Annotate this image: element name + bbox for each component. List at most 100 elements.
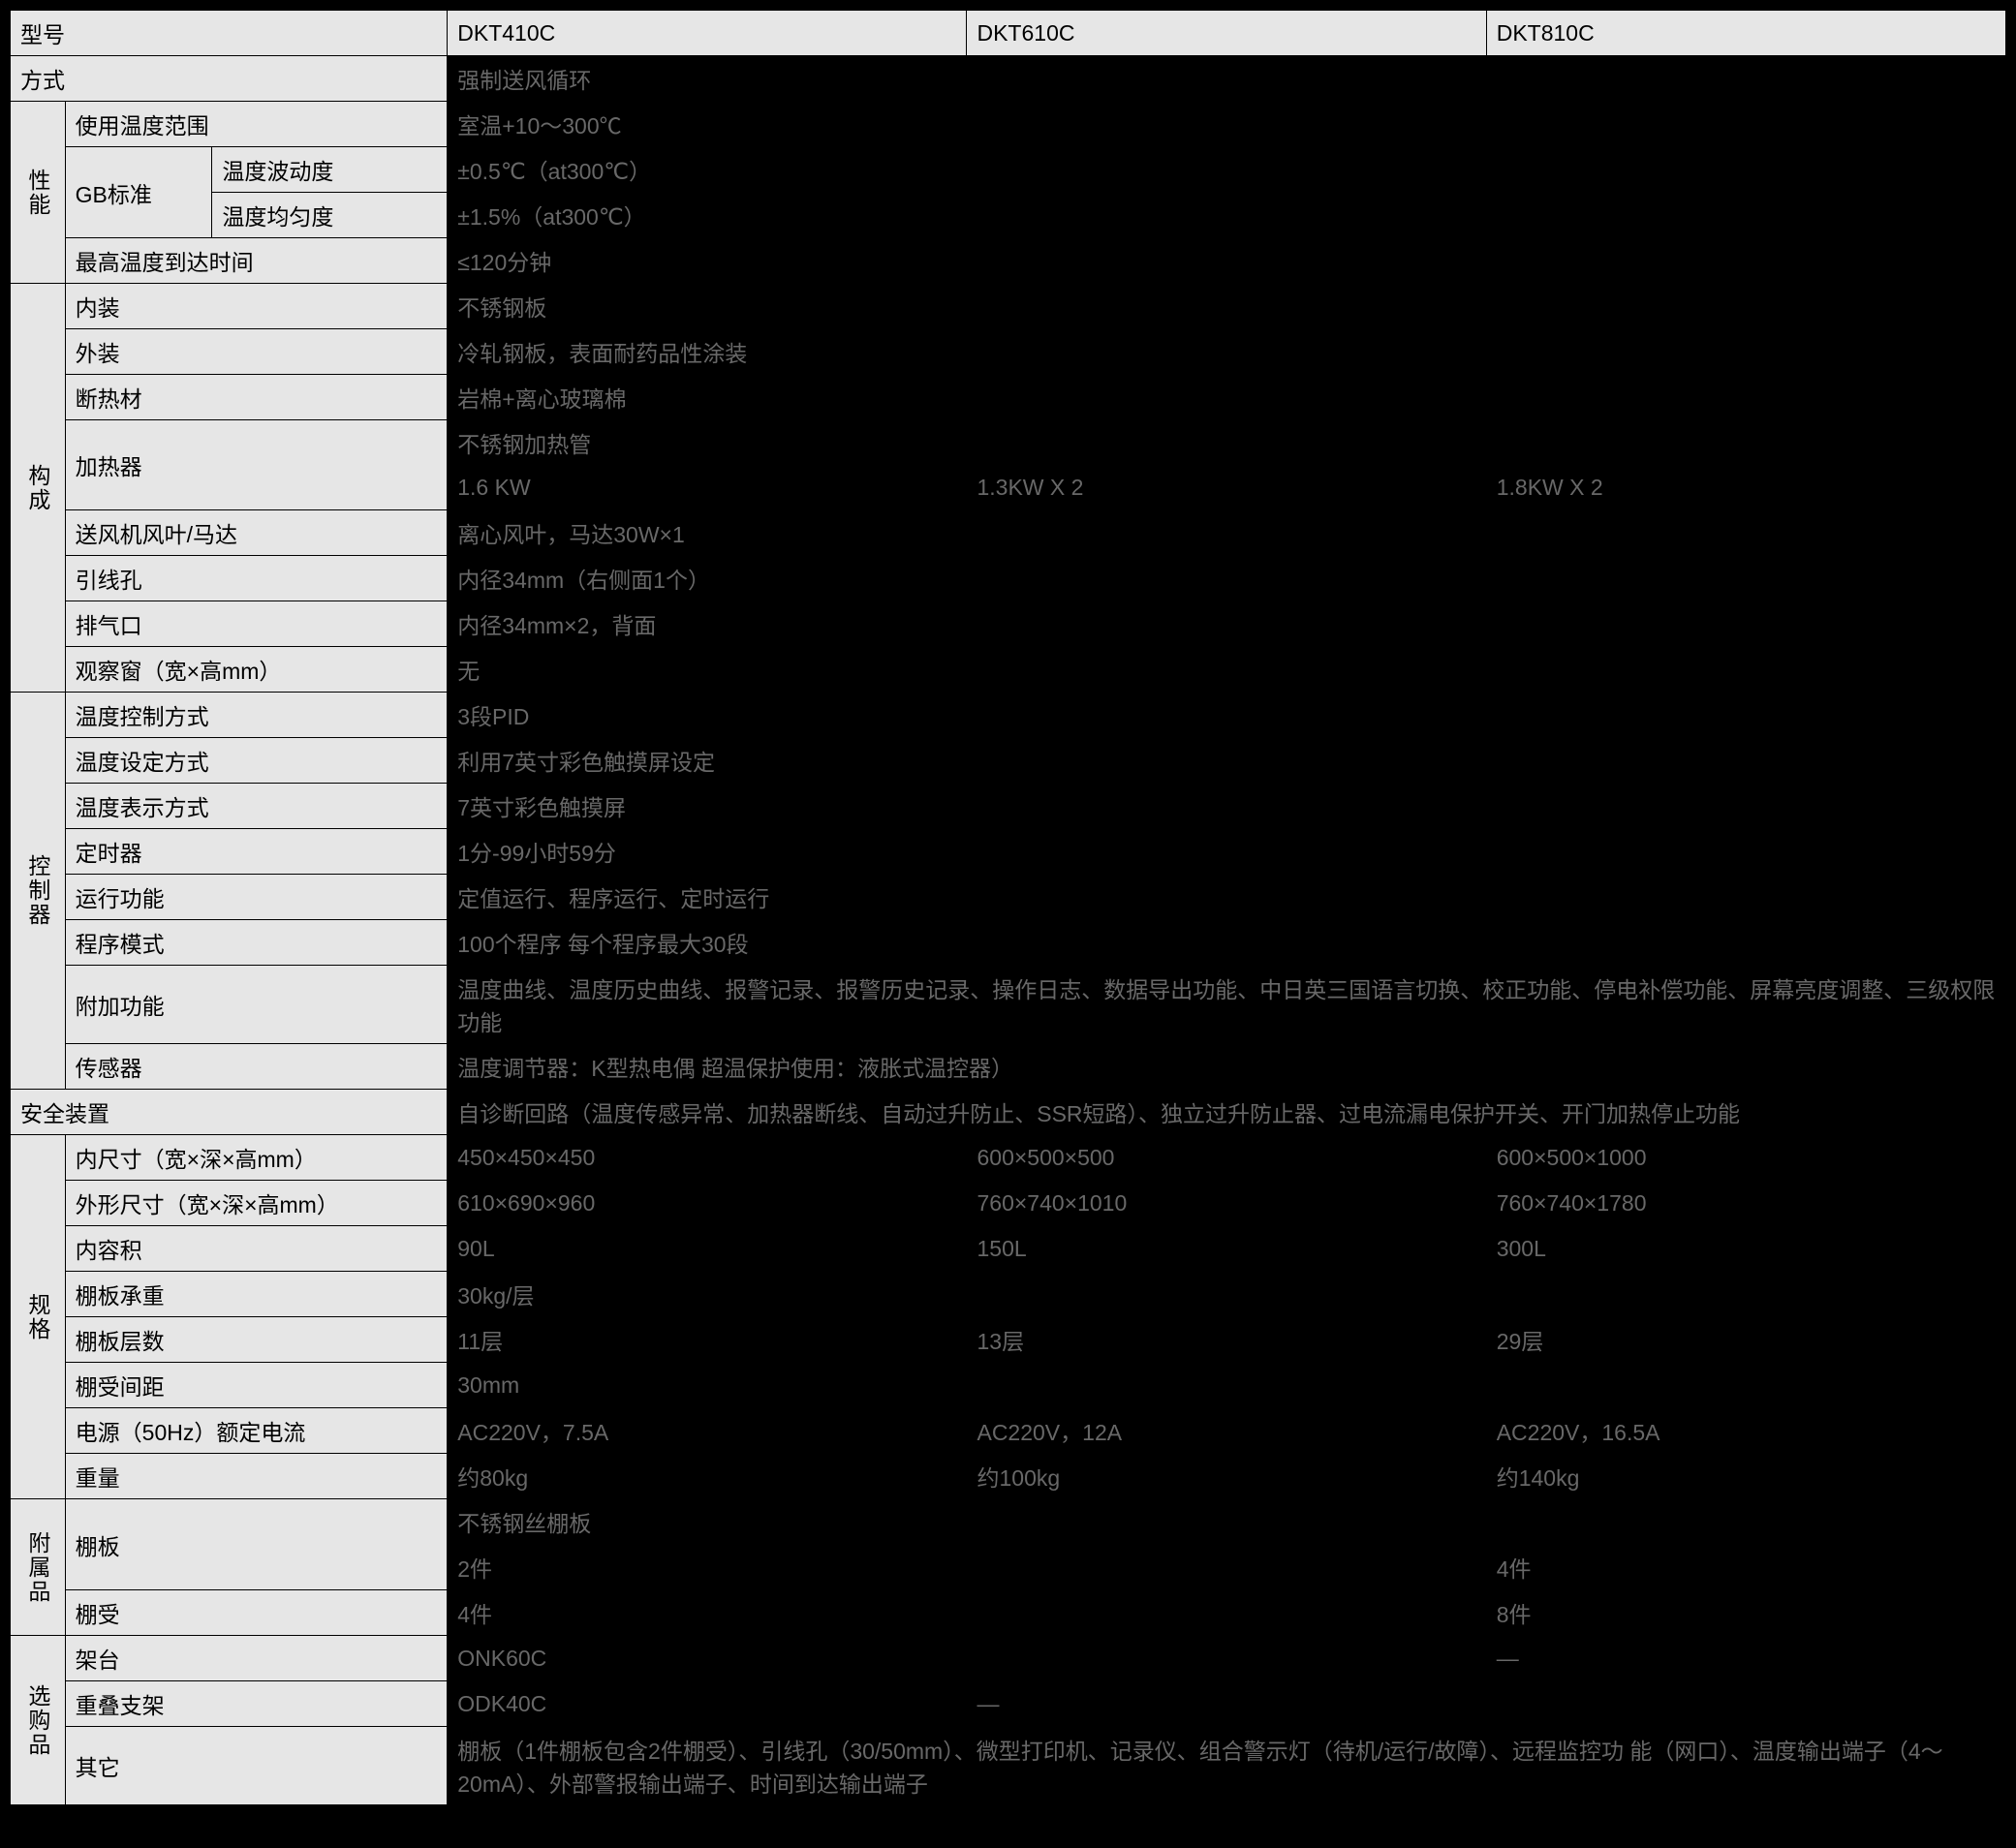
leadhole-value: 内径34mm（右侧面1个）: [448, 556, 2006, 601]
header-m2: DKT610C: [967, 11, 1486, 56]
sensor-value: 温度调节器：K型热电偶 超温保护使用：液胀式温控器）: [448, 1044, 2006, 1090]
tdisp-label: 温度表示方式: [65, 784, 448, 829]
heater-v3: 1.8KW X 2: [1486, 466, 2005, 510]
heater-top: 不锈钢加热管: [448, 420, 2006, 466]
shelf-v1: 2件: [448, 1545, 1486, 1590]
run-value: 定值运行、程序运行、定时运行: [448, 875, 2006, 920]
vol-v2: 150L: [967, 1226, 1486, 1272]
temp-range-value: 室温+10～300℃: [448, 102, 2006, 147]
tset-label: 温度设定方式: [65, 738, 448, 784]
interior-label: 内装: [65, 284, 448, 329]
outer-v2: 760×740×1010: [967, 1181, 1486, 1226]
safety-value: 自诊断回路（温度传感异常、加热器断线、自动过升防止、SSR短路）、独立过升防止器…: [448, 1090, 2006, 1135]
vol-label: 内容积: [65, 1226, 448, 1272]
weight-v1: 约80kg: [448, 1454, 967, 1499]
stand-label: 架台: [65, 1636, 448, 1681]
shelfgap-value: 30mm: [448, 1363, 2006, 1408]
support-v1: 4件: [448, 1590, 1486, 1636]
prog-value: 100个程序 每个程序最大30段: [448, 920, 2006, 966]
weight-v2: 约100kg: [967, 1454, 1486, 1499]
shelflayers-v3: 29层: [1486, 1317, 2005, 1363]
window-label: 观察窗（宽×高mm）: [65, 647, 448, 693]
prog-label: 程序模式: [65, 920, 448, 966]
cat-structure: 构成: [11, 284, 66, 693]
tctrl-value: 3段PID: [448, 693, 2006, 738]
header-m3: DKT810C: [1486, 11, 2005, 56]
cat-accessories: 附属品: [11, 1499, 66, 1636]
tdisp-value: 7英寸彩色触摸屏: [448, 784, 2006, 829]
tctrl-label: 温度控制方式: [65, 693, 448, 738]
vol-v1: 90L: [448, 1226, 967, 1272]
cat-performance: 性能: [11, 102, 66, 284]
heater-label: 加热器: [65, 420, 448, 510]
inner-label: 内尺寸（宽×深×高mm）: [65, 1135, 448, 1181]
spec-table: 型号 DKT410C DKT610C DKT810C 方式 强制送风循环 性能 …: [10, 10, 2006, 1805]
cat-options: 选购品: [11, 1636, 66, 1805]
weight-label: 重量: [65, 1454, 448, 1499]
interior-value: 不锈钢板: [448, 284, 2006, 329]
run-label: 运行功能: [65, 875, 448, 920]
rise-value: ≤120分钟: [448, 238, 2006, 284]
stack-v1: ODK40C: [448, 1681, 967, 1727]
shelflayers-label: 棚板层数: [65, 1317, 448, 1363]
shelf-v3: 4件: [1486, 1545, 2005, 1590]
sensor-label: 传感器: [65, 1044, 448, 1090]
stand-v1: ONK60C: [448, 1636, 1486, 1681]
heater-v2: 1.3KW X 2: [967, 466, 1486, 510]
power-v3: AC220V，16.5A: [1486, 1408, 2005, 1454]
other-value: 棚板（1件棚板包含2件棚受）、引线孔（30/50mm）、微型打印机、记录仪、组合…: [448, 1727, 2006, 1805]
timer-label: 定时器: [65, 829, 448, 875]
header-m1: DKT410C: [448, 11, 967, 56]
insul-value: 岩棉+离心玻璃棉: [448, 375, 2006, 420]
exhaust-value: 内径34mm×2，背面: [448, 601, 2006, 647]
outer-v1: 610×690×960: [448, 1181, 967, 1226]
timer-value: 1分-99小时59分: [448, 829, 2006, 875]
rise-label: 最高温度到达时间: [65, 238, 448, 284]
method-label: 方式: [11, 56, 448, 102]
stack-label: 重叠支架: [65, 1681, 448, 1727]
stand-v3: —: [1486, 1636, 2005, 1681]
header-model: 型号: [11, 11, 448, 56]
heater-v1: 1.6 KW: [448, 466, 967, 510]
unif-label: 温度均匀度: [212, 193, 448, 238]
temp-range-label: 使用温度范围: [65, 102, 448, 147]
vol-v3: 300L: [1486, 1226, 2005, 1272]
tset-value: 利用7英寸彩色触摸屏设定: [448, 738, 2006, 784]
cat-spec: 规格: [11, 1135, 66, 1499]
shelf-label: 棚板: [65, 1499, 448, 1590]
weight-v3: 约140kg: [1486, 1454, 2005, 1499]
outer-v3: 760×740×1780: [1486, 1181, 2005, 1226]
shelflayers-v2: 13层: [967, 1317, 1486, 1363]
other-label: 其它: [65, 1727, 448, 1805]
method-value: 强制送风循环: [448, 56, 2006, 102]
fluct-value: ±0.5℃（at300℃）: [448, 147, 2006, 193]
support-v3: 8件: [1486, 1590, 2005, 1636]
leadhole-label: 引线孔: [65, 556, 448, 601]
shelfload-value: 30kg/层: [448, 1272, 2006, 1317]
shelf-top: 不锈钢丝棚板: [448, 1499, 2006, 1545]
power-label: 电源（50Hz）额定电流: [65, 1408, 448, 1454]
support-label: 棚受: [65, 1590, 448, 1636]
add-label: 附加功能: [65, 966, 448, 1044]
safety-label: 安全装置: [11, 1090, 448, 1135]
inner-v1: 450×450×450: [448, 1135, 967, 1181]
inner-v2: 600×500×500: [967, 1135, 1486, 1181]
window-value: 无: [448, 647, 2006, 693]
add-value: 温度曲线、温度历史曲线、报警记录、报警历史记录、操作日志、数据导出功能、中日英三…: [448, 966, 2006, 1044]
fluct-label: 温度波动度: [212, 147, 448, 193]
shelfload-label: 棚板承重: [65, 1272, 448, 1317]
exterior-value: 冷轧钢板，表面耐药品性涂装: [448, 329, 2006, 375]
exhaust-label: 排气口: [65, 601, 448, 647]
shelfgap-label: 棚受间距: [65, 1363, 448, 1408]
outer-label: 外形尺寸（宽×深×高mm）: [65, 1181, 448, 1226]
exterior-label: 外装: [65, 329, 448, 375]
inner-v3: 600×500×1000: [1486, 1135, 2005, 1181]
fan-label: 送风机风叶/马达: [65, 510, 448, 556]
fan-value: 离心风叶，马达30W×1: [448, 510, 2006, 556]
cat-controller: 控制器: [11, 693, 66, 1090]
power-v2: AC220V，12A: [967, 1408, 1486, 1454]
stack-v2: —: [967, 1681, 2006, 1727]
unif-value: ±1.5%（at300℃）: [448, 193, 2006, 238]
shelflayers-v1: 11层: [448, 1317, 967, 1363]
power-v1: AC220V，7.5A: [448, 1408, 967, 1454]
